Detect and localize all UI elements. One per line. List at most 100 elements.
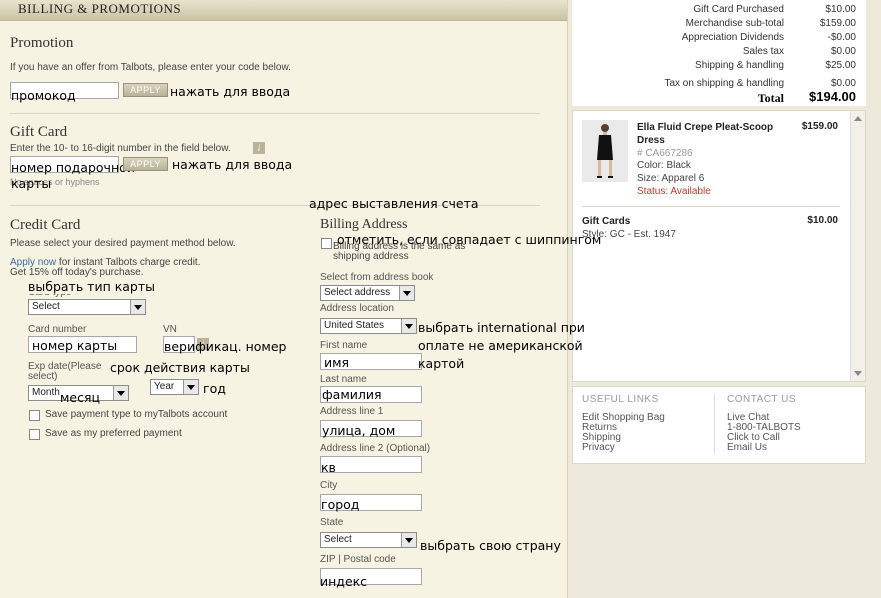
summary-row-value: $10.00 — [825, 4, 856, 15]
billing-title: Billing Address — [320, 217, 408, 232]
item-size: Size: Apparel 6 — [637, 173, 705, 184]
card-type-value: Select — [32, 301, 60, 312]
section-title: BILLING & PROMOTIONS — [18, 1, 182, 16]
chevron-down-icon — [130, 300, 145, 314]
state-value: Select — [324, 534, 352, 545]
info-icon[interactable]: i — [253, 142, 265, 154]
contact-title: CONTACT US — [727, 394, 797, 405]
panel-divider — [567, 0, 568, 598]
location-note-2: оплате не американской — [418, 338, 583, 353]
same-as-shipping-note: отметить, если совпадает с шиппингом — [337, 232, 602, 247]
scroll-up-icon[interactable] — [854, 116, 862, 121]
address-book-select[interactable]: Select address — [320, 285, 415, 301]
credit-card-desc: Please select your desired payment metho… — [10, 238, 236, 249]
last-name-value: фамилия — [322, 387, 382, 402]
section-header: BILLING & PROMOTIONS — [0, 0, 567, 21]
first-name-label: First name — [320, 340, 368, 351]
item-price: $159.00 — [801, 121, 838, 132]
exp-date-note: срок действия карты — [110, 360, 250, 375]
address-location-select[interactable]: United States — [320, 318, 417, 334]
chevron-down-icon — [399, 286, 414, 300]
address1-label: Address line 1 — [320, 406, 384, 417]
gift-card-title: Gift Card — [10, 124, 68, 140]
divider — [582, 206, 840, 207]
item-color: Color: Black — [637, 160, 691, 171]
gift-card-apply-note: нажать для ввода — [172, 157, 293, 172]
exp-date-label: Exp date(Please select) — [28, 362, 108, 382]
gift-card-value-line2: карты — [11, 176, 52, 191]
save-payment-type-label: Save payment type to myTalbots account — [45, 409, 228, 420]
footer-link[interactable]: Privacy — [582, 443, 615, 453]
footer-link[interactable]: Email Us — [727, 443, 767, 453]
item-sku: # CA667286 — [637, 148, 693, 159]
item-name-2[interactable]: Dress — [637, 135, 665, 146]
item-name-1[interactable]: Ella Fluid Crepe Pleat-Scoop — [637, 122, 773, 133]
chevron-down-icon — [113, 386, 128, 400]
promotion-title: Promotion — [10, 35, 74, 51]
exp-date-label-text: Exp date(Please select) — [28, 361, 102, 382]
credit-card-title: Credit Card — [10, 217, 81, 233]
summary-row-value: $0.00 — [830, 46, 856, 57]
save-preferred-checkbox[interactable] — [29, 429, 40, 440]
state-note: выбрать свою страну — [420, 538, 561, 553]
gift-card-desc: Enter the 10- to 16-digit number in the … — [10, 143, 231, 154]
card-number-label: Card number — [28, 324, 87, 335]
card-number-value: номер карты — [32, 338, 118, 353]
city-value: город — [321, 497, 360, 512]
gift-cards-title: Gift Cards — [582, 216, 631, 227]
location-note-3: картой — [418, 356, 465, 371]
useful-links-title: USEFUL LINKS — [582, 394, 659, 405]
summary-row-value: -$0.00 — [827, 32, 856, 43]
summary-row-value: $159.00 — [819, 18, 856, 29]
summary-row-value: $25.00 — [825, 60, 856, 71]
year-note: год — [203, 381, 226, 396]
address-location-value: United States — [324, 320, 385, 331]
save-payment-type-checkbox[interactable] — [29, 410, 40, 421]
state-label: State — [320, 517, 344, 528]
save-preferred-label: Save as my preferred payment — [45, 428, 182, 439]
item-status: Status: Available — [637, 186, 711, 197]
month-value: Month — [32, 387, 60, 398]
card-type-select[interactable]: Select — [28, 299, 146, 315]
total-value: $194.00 — [809, 89, 856, 104]
summary-row-label: Gift Card Purchased — [693, 4, 784, 15]
summary-row-label: Appreciation Dividends — [681, 32, 784, 43]
address-book-label: Select from address book — [320, 272, 434, 283]
address-location-label: Address location — [320, 303, 394, 314]
address2-label: Address line 2 (Optional) — [320, 443, 431, 454]
card-type-note: выбрать тип карты — [28, 279, 156, 294]
zip-value: индекс — [320, 574, 368, 589]
dress-figure — [597, 124, 613, 178]
year-value: Year — [154, 381, 175, 392]
discount-text: Get 15% off today's purchase. — [10, 267, 144, 278]
address-book-value: Select address — [324, 287, 391, 298]
promo-code-value: промокод — [11, 88, 76, 103]
promotion-desc: If you have an offer from Talbots, pleas… — [10, 62, 291, 73]
total-label: Total — [757, 91, 784, 105]
scroll-down-icon[interactable] — [854, 371, 862, 376]
last-name-label: Last name — [320, 374, 367, 385]
chevron-down-icon — [183, 380, 198, 394]
promo-apply-note: нажать для ввода — [170, 84, 291, 99]
first-name-value: имя — [324, 355, 350, 370]
summary-row-label: Sales tax — [742, 46, 784, 57]
divider — [10, 113, 540, 114]
location-note-1: выбрать international при — [418, 320, 585, 335]
same-as-shipping-checkbox[interactable] — [321, 238, 332, 249]
address1-value: улица, дом — [322, 423, 396, 438]
gift-card-apply-button[interactable]: APPLY — [123, 157, 168, 171]
product-image[interactable] — [582, 120, 628, 182]
year-select[interactable]: Year — [150, 379, 199, 395]
summary-row-label: Tax on shipping & handling — [664, 78, 784, 89]
state-select[interactable]: Select — [320, 532, 417, 548]
city-label: City — [320, 480, 338, 491]
cart-scrollbar[interactable] — [850, 111, 865, 381]
gift-card-value-line1: номер подарочной — [11, 160, 135, 175]
address2-value: кв — [321, 460, 336, 475]
chevron-down-icon — [401, 319, 416, 333]
promo-apply-button[interactable]: APPLY — [123, 83, 168, 97]
summary-row-label: Shipping & handling — [695, 60, 784, 71]
gift-cards-price: $10.00 — [807, 215, 838, 226]
summary-row-label: Merchandise sub-total — [685, 18, 784, 29]
footer-col-divider — [714, 394, 715, 454]
